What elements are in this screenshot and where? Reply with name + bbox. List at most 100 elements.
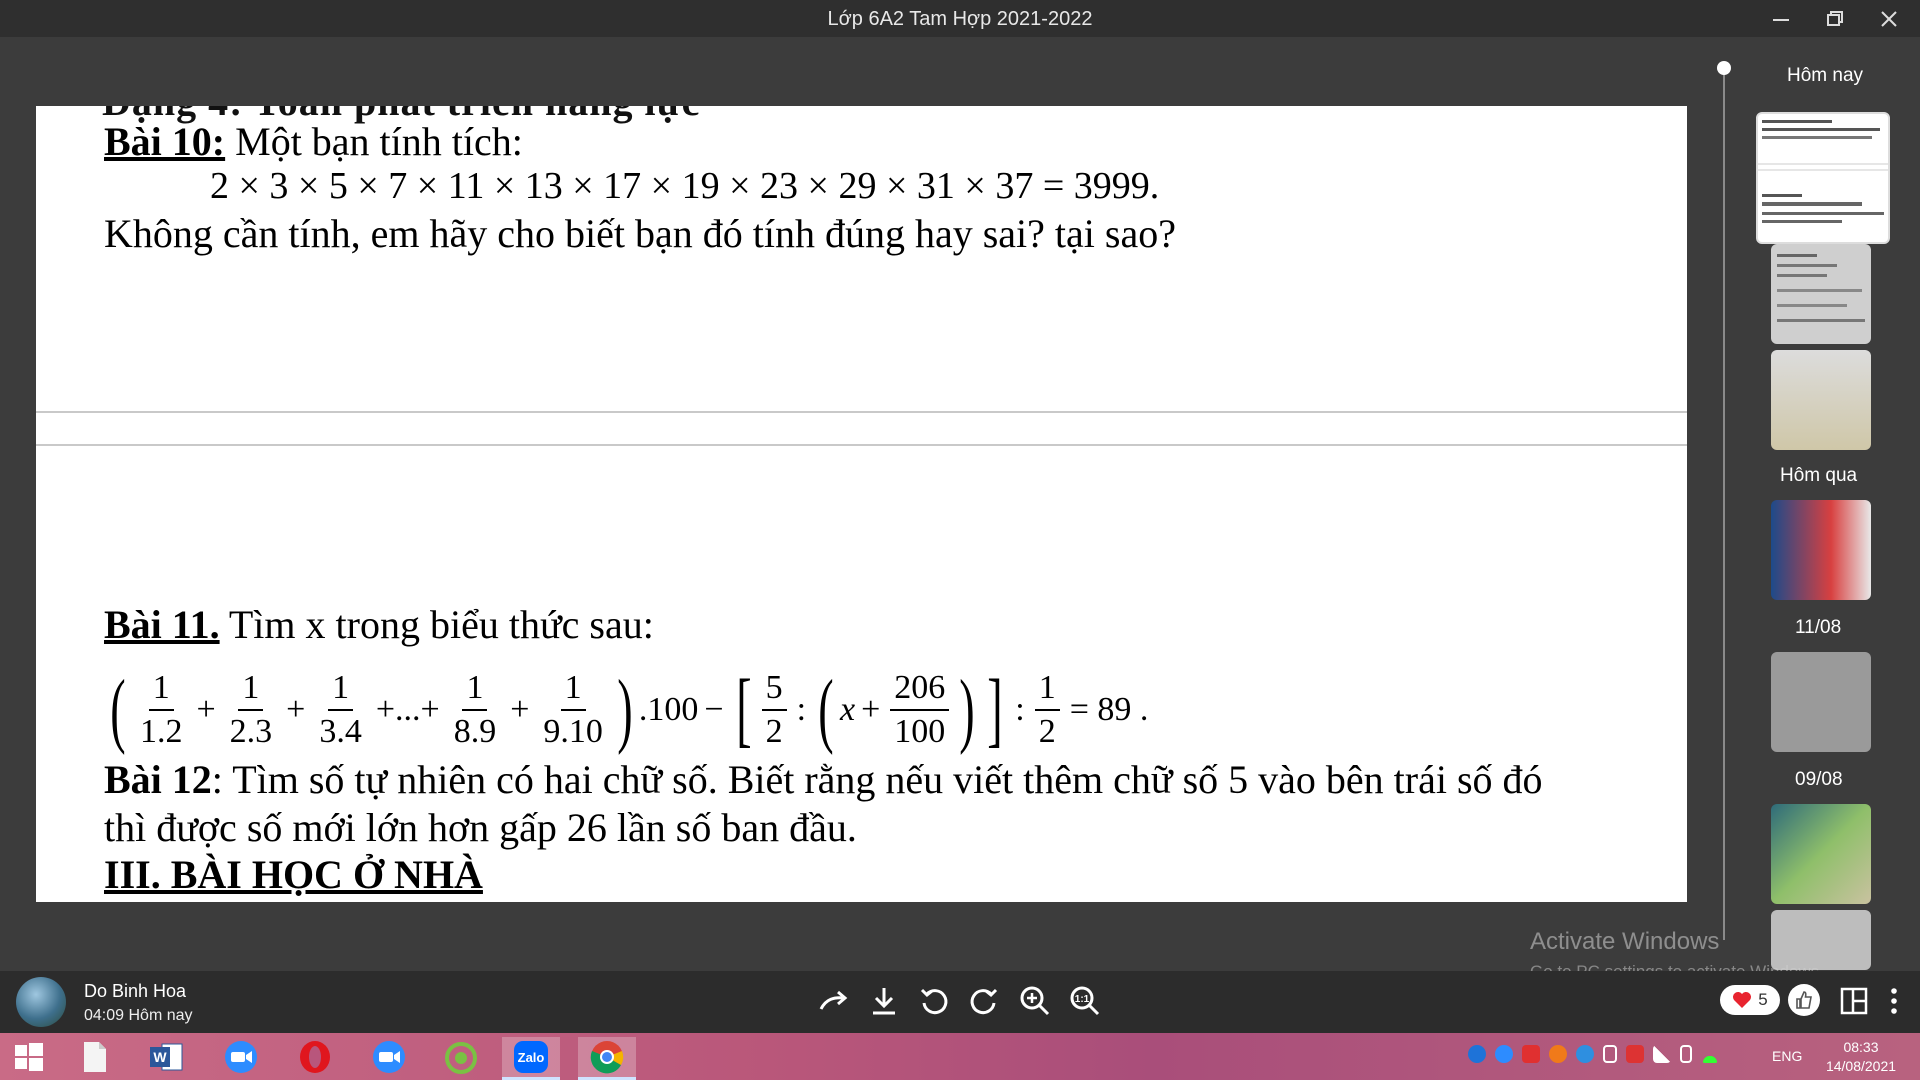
open-bracket: [	[735, 663, 752, 756]
opera-icon	[300, 1041, 330, 1073]
minimize-button[interactable]	[1754, 0, 1808, 37]
svg-text:W: W	[153, 1049, 167, 1065]
system-tray	[1468, 1045, 1719, 1063]
zoom-in-icon	[1020, 986, 1050, 1016]
rotate-right-button[interactable]	[966, 983, 1002, 1019]
battery-icon[interactable]	[1680, 1045, 1692, 1063]
fraction: 1 3.4	[319, 669, 362, 750]
heart-icon	[1733, 992, 1752, 1008]
fraction: 1 1.2	[139, 669, 183, 750]
bai11-formula: ( 1 1.2 + 1 2.3 + 1 3.4 +...+ 1 8.9 + 1 9.10 …	[104, 660, 1154, 760]
bai10-text: Một bạn tính tích:	[225, 119, 523, 164]
chrome-icon	[590, 1041, 624, 1074]
bai12-label: Bài 12	[104, 757, 212, 802]
taskbar-file-explorer[interactable]	[66, 1037, 124, 1077]
bai12-line1: Bài 12: Tìm số tự nhiên có hai chữ số. B…	[104, 756, 1543, 803]
bai10-label: Bài 10:	[104, 119, 226, 164]
download-icon	[873, 988, 895, 1015]
volume-icon[interactable]	[1603, 1045, 1617, 1063]
download-button[interactable]	[866, 983, 902, 1019]
date-label-yesterday: Hôm qua	[1780, 465, 1858, 486]
fraction: 12	[1034, 671, 1060, 749]
user-name: Do Binh Hoa	[84, 981, 187, 1001]
more-icon	[1891, 988, 1897, 1014]
more-button[interactable]	[1876, 983, 1912, 1019]
dots: +...+	[375, 691, 440, 728]
layout-button[interactable]	[1836, 983, 1872, 1019]
tray-warning-icon[interactable]	[1626, 1045, 1644, 1063]
bai10-equation: 2 × 3 × 5 × 7 × 11 × 13 × 17 × 19 × 23 ×…	[210, 165, 1160, 207]
tray-zoom-icon[interactable]	[1495, 1045, 1513, 1063]
bai12-line2: thì được số mới lớn hơn gấp 26 lần số ba…	[104, 805, 857, 850]
activate-windows-watermark: Activate Windows	[1530, 928, 1720, 955]
taskbar-zoom-2[interactable]	[360, 1037, 418, 1077]
close-bracket: ]	[987, 663, 1003, 756]
zoom-icon	[373, 1041, 405, 1073]
close-paren: )	[617, 663, 633, 756]
tray-zalo-icon[interactable]	[1468, 1045, 1486, 1063]
language-indicator[interactable]: ENG	[1772, 1048, 1802, 1064]
section-heading: III. BÀI HỌC Ở NHÀ	[104, 852, 483, 897]
date-label-1108: 11/08	[1795, 617, 1842, 638]
svg-text:1:1: 1:1	[1075, 994, 1090, 1005]
taskbar-zalo[interactable]: Zalo	[502, 1037, 560, 1080]
actual-size-icon: 1:1	[1070, 986, 1100, 1016]
page-divider	[36, 444, 1687, 446]
date-label-today: Hôm nay	[1787, 65, 1864, 86]
zalo-label: Zalo	[517, 1049, 545, 1065]
tray-app-icon[interactable]	[1549, 1045, 1567, 1063]
thumbs-up-icon	[1796, 991, 1812, 1009]
rotate-left-icon	[920, 988, 948, 1015]
bai11-title: Bài 11. Tìm x trong biểu thức sau:	[104, 601, 654, 648]
fraction: 1 2.3	[229, 669, 273, 750]
restore-button[interactable]	[1808, 0, 1862, 37]
thumbnail-image[interactable]	[1771, 244, 1871, 344]
avatar[interactable]	[16, 977, 66, 1027]
thumbnail-image[interactable]	[1771, 804, 1871, 904]
rotate-right-icon	[970, 988, 998, 1015]
close-icon	[1881, 10, 1897, 27]
tray-vpn-icon[interactable]	[1522, 1045, 1540, 1063]
minimize-icon	[1773, 18, 1789, 21]
taskbar-zoom[interactable]	[212, 1037, 270, 1077]
wifi-icon[interactable]	[1701, 1045, 1719, 1063]
thumbnail-page-icon	[1777, 254, 1865, 322]
title-bar: Lớp 6A2 Tam Hợp 2021-2022	[0, 0, 1920, 37]
times-100: .100	[638, 691, 699, 728]
timeline-knob[interactable]	[1717, 61, 1731, 75]
viewer-toolbar: Do Binh Hoa 04:09 Hôm nay 1:1 5	[0, 971, 1920, 1033]
thumbnail-selected[interactable]	[1756, 112, 1890, 244]
system-clock[interactable]: 08:33 14/08/2021	[1816, 1038, 1906, 1076]
tray-network-app-icon[interactable]	[1576, 1045, 1594, 1063]
actual-size-button[interactable]: 1:1	[1067, 983, 1103, 1019]
signal-icon[interactable]	[1653, 1045, 1671, 1063]
word-icon: W	[150, 1043, 183, 1071]
like-button[interactable]	[1788, 984, 1820, 1016]
fraction: 206 100	[890, 671, 950, 749]
image-viewer[interactable]: Dạng 4: Toán phát triển năng lực Bài 10:…	[0, 37, 1720, 971]
fraction: 1 9.10	[543, 669, 603, 750]
date-label-0908: 09/08	[1795, 769, 1843, 790]
close-button[interactable]	[1862, 0, 1916, 37]
thumbnail-image[interactable]	[1771, 500, 1871, 600]
share-button[interactable]	[816, 983, 852, 1019]
thumbnail-image[interactable]	[1771, 652, 1871, 752]
reaction-pill[interactable]: 5	[1720, 985, 1780, 1015]
windows-taskbar: W Zalo ENG 08:33 14/08/2021	[0, 1033, 1920, 1080]
zoom-in-button[interactable]	[1017, 983, 1053, 1019]
taskbar-word[interactable]: W	[138, 1037, 196, 1077]
start-button[interactable]	[0, 1037, 58, 1077]
coccoc-icon	[445, 1042, 477, 1074]
taskbar-chrome[interactable]	[578, 1037, 636, 1080]
share-icon	[819, 990, 848, 1010]
thumbnail-image[interactable]	[1771, 350, 1871, 450]
timeline-track[interactable]	[1723, 68, 1725, 940]
plus: +	[510, 691, 530, 728]
post-time: 04:09 Hôm nay	[84, 1007, 193, 1024]
document-page: Dạng 4: Toán phát triển năng lực Bài 10:…	[36, 106, 1687, 902]
taskbar-coccoc[interactable]	[432, 1037, 490, 1077]
thumbnail-image[interactable]	[1771, 910, 1871, 970]
windows-start-icon	[15, 1043, 43, 1071]
taskbar-opera[interactable]	[286, 1037, 344, 1077]
rotate-left-button[interactable]	[916, 983, 952, 1019]
